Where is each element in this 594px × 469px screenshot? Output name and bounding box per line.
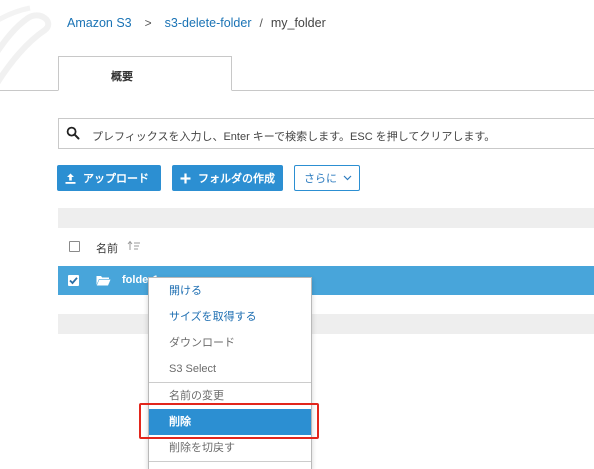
- paperclip-watermark-icon: [0, 5, 52, 85]
- upload-icon: [65, 173, 76, 184]
- menu-divider: [149, 461, 311, 462]
- chevron-down-icon: [343, 175, 352, 181]
- breadcrumb-current-folder: my_folder: [270, 16, 326, 30]
- upload-button[interactable]: アップロード: [57, 165, 161, 191]
- more-actions-label: さらに: [304, 173, 337, 185]
- search-placeholder: プレフィックスを入力し、Enter キーで検索します。ESC を押してクリアしま…: [92, 131, 496, 143]
- sort-icon[interactable]: [127, 240, 141, 252]
- plus-icon: [180, 173, 191, 183]
- more-actions-dropdown[interactable]: さらに: [294, 165, 360, 191]
- breadcrumb-link-s3[interactable]: Amazon S3: [67, 16, 132, 30]
- upload-button-label: アップロード: [83, 173, 149, 185]
- menu-item-open[interactable]: 開ける: [149, 278, 311, 304]
- search-input[interactable]: プレフィックスを入力し、Enter キーで検索します。ESC を押してクリアしま…: [58, 118, 594, 149]
- menu-item-download[interactable]: ダウンロード: [149, 330, 311, 356]
- table-footer-band: [58, 314, 594, 334]
- column-header-name[interactable]: 名前: [96, 240, 118, 256]
- breadcrumb-link-bucket[interactable]: s3-delete-folder: [165, 16, 252, 30]
- tab-overview[interactable]: 概要: [58, 56, 232, 91]
- breadcrumb-separator: /: [259, 16, 263, 30]
- table-header-row: 名前: [58, 233, 594, 261]
- table-row[interactable]: folder1: [58, 266, 594, 295]
- create-folder-button-label: フォルダの作成: [198, 173, 275, 185]
- search-icon: [66, 126, 80, 140]
- table-toolbar-band: [58, 208, 594, 228]
- menu-item-get-size[interactable]: サイズを取得する: [149, 304, 311, 330]
- create-folder-button[interactable]: フォルダの作成: [172, 165, 283, 191]
- menu-item-s3-select[interactable]: S3 Select: [149, 356, 311, 382]
- checkmark-icon: [69, 277, 78, 285]
- breadcrumb-separator: >: [144, 16, 152, 30]
- tab-overview-label: 概要: [111, 71, 133, 83]
- folder-icon: [96, 276, 111, 286]
- context-menu: 開ける サイズを取得する ダウンロード S3 Select 名前の変更 削除 削…: [148, 277, 312, 469]
- annotation-highlight-box: [139, 403, 319, 439]
- row-checkbox-checked[interactable]: [68, 275, 79, 286]
- select-all-checkbox[interactable]: [69, 241, 80, 252]
- breadcrumb: Amazon S3 > s3-delete-folder / my_folder: [67, 16, 326, 30]
